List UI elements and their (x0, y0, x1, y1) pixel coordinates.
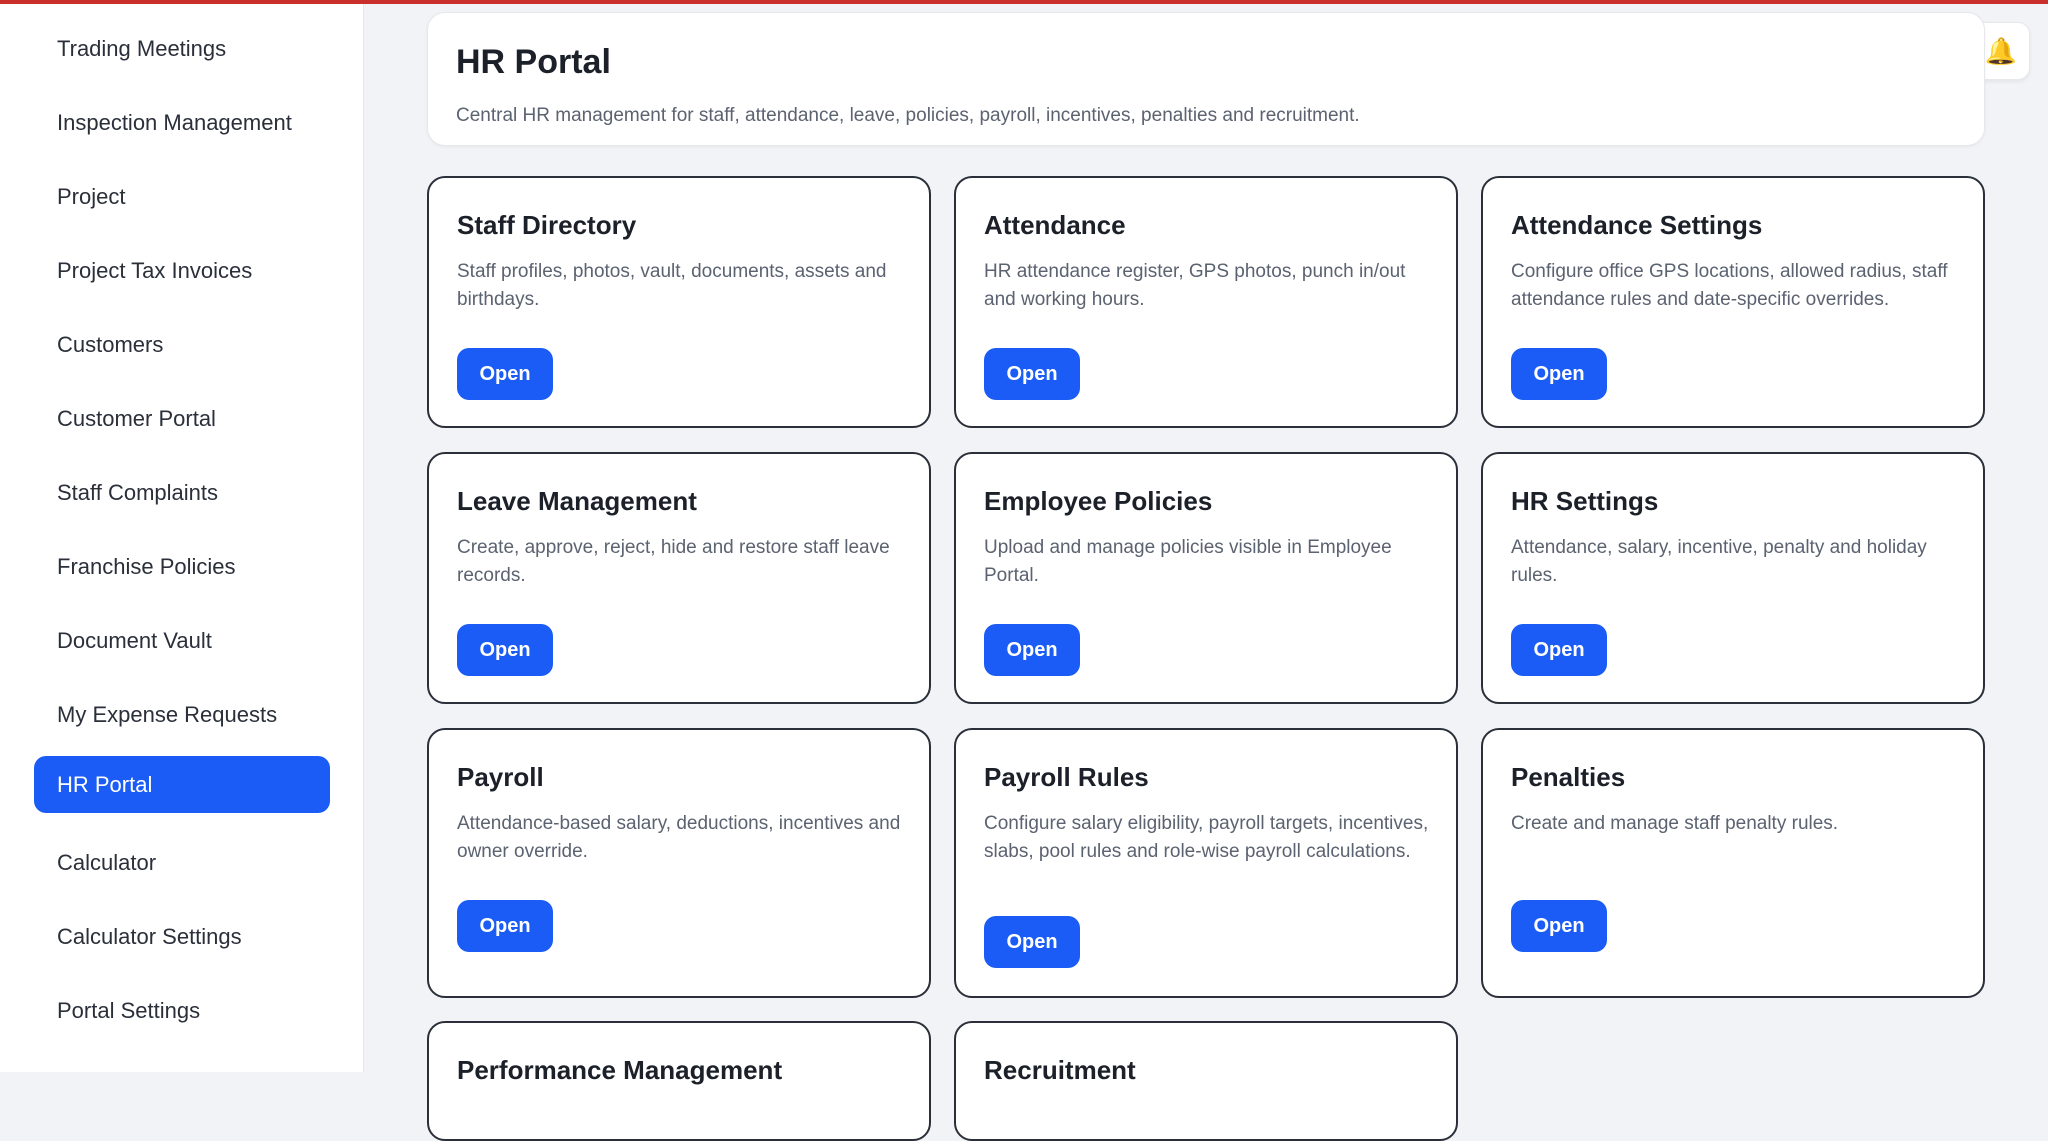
card-employee-policies: Employee Policies Upload and manage poli… (954, 452, 1458, 704)
sidebar-item-portal-settings[interactable]: Portal Settings (34, 982, 330, 1039)
sidebar: Trading Meetings Inspection Management P… (0, 4, 364, 1072)
sidebar-item-document-vault[interactable]: Document Vault (34, 612, 330, 669)
card-performance-management: Performance Management (427, 1021, 931, 1141)
card-description: HR attendance register, GPS photos, punc… (984, 261, 1406, 310)
page-header: HR Portal Central HR management for staf… (427, 12, 1985, 146)
open-penalties-button[interactable]: Open (1511, 900, 1607, 952)
sidebar-item-customers[interactable]: Customers (34, 316, 330, 373)
page-subtitle: Central HR management for staff, attenda… (456, 105, 1360, 126)
card-title: Attendance Settings (1511, 210, 1763, 240)
open-hr-settings-button[interactable]: Open (1511, 624, 1607, 676)
card-title: Staff Directory (457, 210, 637, 240)
card-payroll-rules: Payroll Rules Configure salary eligibili… (954, 728, 1458, 998)
sidebar-item-calculator[interactable]: Calculator (34, 834, 330, 891)
sidebar-item-customer-portal[interactable]: Customer Portal (34, 390, 330, 447)
card-staff-directory: Staff Directory Staff profiles, photos, … (427, 176, 931, 428)
sidebar-item-inspection-management[interactable]: Inspection Management (34, 94, 330, 151)
open-attendance-button[interactable]: Open (984, 348, 1080, 400)
sidebar-item-trading-meetings[interactable]: Trading Meetings (34, 20, 330, 77)
card-hr-settings: HR Settings Attendance, salary, incentiv… (1481, 452, 1985, 704)
card-leave-management: Leave Management Create, approve, reject… (427, 452, 931, 704)
card-description: Staff profiles, photos, vault, documents… (457, 261, 887, 310)
card-attendance: Attendance HR attendance register, GPS p… (954, 176, 1458, 428)
card-title: Payroll (457, 762, 544, 792)
card-title: Payroll Rules (984, 762, 1149, 792)
open-employee-policies-button[interactable]: Open (984, 624, 1080, 676)
open-payroll-button[interactable]: Open (457, 900, 553, 952)
sidebar-item-franchise-policies[interactable]: Franchise Policies (34, 538, 330, 595)
card-title: Performance Management (457, 1055, 783, 1085)
page-title: HR Portal (456, 43, 611, 81)
sidebar-item-project-tax-invoices[interactable]: Project Tax Invoices (34, 242, 330, 299)
card-penalties: Penalties Create and manage staff penalt… (1481, 728, 1985, 998)
sidebar-item-project[interactable]: Project (34, 168, 330, 225)
sidebar-item-calculator-settings[interactable]: Calculator Settings (34, 908, 330, 965)
card-description: Attendance, salary, incentive, penalty a… (1511, 537, 1927, 586)
card-description: Create, approve, reject, hide and restor… (457, 537, 890, 586)
card-title: Attendance (984, 210, 1126, 240)
card-recruitment: Recruitment (954, 1021, 1458, 1141)
sidebar-item-my-expense-requests[interactable]: My Expense Requests (34, 686, 330, 743)
card-description: Upload and manage policies visible in Em… (984, 537, 1392, 586)
open-staff-directory-button[interactable]: Open (457, 348, 553, 400)
card-description: Create and manage staff penalty rules. (1511, 813, 1839, 834)
open-leave-management-button[interactable]: Open (457, 624, 553, 676)
main-content: HR Portal Central HR management for staf… (427, 0, 1987, 1141)
card-title: Employee Policies (984, 486, 1213, 516)
card-title: HR Settings (1511, 486, 1659, 516)
card-attendance-settings: Attendance Settings Configure office GPS… (1481, 176, 1985, 428)
card-description: Configure salary eligibility, payroll ta… (984, 813, 1429, 862)
card-title: Leave Management (457, 486, 697, 516)
card-description: Attendance-based salary, deductions, inc… (457, 813, 901, 862)
sidebar-item-hr-portal[interactable]: HR Portal (34, 756, 330, 813)
open-payroll-rules-button[interactable]: Open (984, 916, 1080, 968)
open-attendance-settings-button[interactable]: Open (1511, 348, 1607, 400)
card-title: Recruitment (984, 1055, 1136, 1085)
card-description: Configure office GPS locations, allowed … (1511, 261, 1948, 310)
card-title: Penalties (1511, 762, 1626, 792)
sidebar-item-staff-complaints[interactable]: Staff Complaints (34, 464, 330, 521)
card-payroll: Payroll Attendance-based salary, deducti… (427, 728, 931, 998)
